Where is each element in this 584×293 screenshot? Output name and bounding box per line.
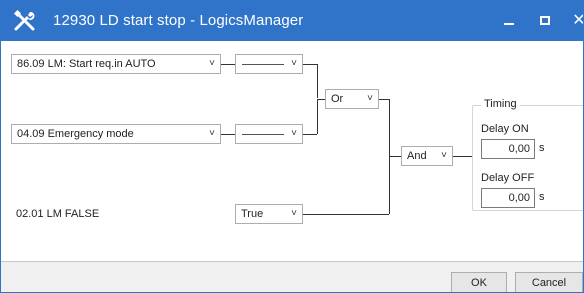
connector-line bbox=[221, 64, 235, 65]
logicsmanager-window: 12930 LD start stop - LogicsManager ✕ 86… bbox=[0, 0, 584, 293]
chevron-down-icon: ˅ bbox=[209, 58, 215, 69]
minimize-button[interactable] bbox=[497, 9, 521, 33]
delay-on-label: Delay ON bbox=[481, 123, 529, 135]
delay-on-input[interactable]: 0,00 bbox=[481, 139, 535, 159]
connector-line bbox=[453, 156, 472, 157]
gate2-value: And bbox=[407, 150, 427, 162]
connector-line bbox=[379, 99, 389, 100]
tools-icon bbox=[13, 9, 35, 31]
input1-select[interactable]: 86.09 LM: Start req.in AUTO ˅ bbox=[11, 54, 221, 74]
input1-value: 86.09 LM: Start req.in AUTO bbox=[17, 58, 156, 70]
cancel-button[interactable]: Cancel bbox=[515, 272, 583, 292]
delay-off-input[interactable]: 0,00 bbox=[481, 188, 535, 208]
gate1-select[interactable]: Or ˅ bbox=[325, 89, 379, 109]
chevron-down-icon: ˅ bbox=[291, 208, 297, 219]
ok-button[interactable]: OK bbox=[451, 272, 507, 292]
connector-line bbox=[389, 156, 401, 157]
minimize-icon bbox=[504, 23, 514, 25]
operator1-select[interactable]: ˅ bbox=[235, 54, 303, 74]
operator2-select[interactable]: ˅ bbox=[235, 124, 303, 144]
maximize-icon bbox=[540, 16, 550, 25]
gate2-select[interactable]: And ˅ bbox=[401, 146, 453, 166]
chevron-down-icon: ˅ bbox=[291, 128, 297, 139]
close-icon: ✕ bbox=[572, 12, 583, 29]
chevron-down-icon: ˅ bbox=[441, 150, 447, 161]
connector-line bbox=[303, 64, 317, 65]
input3-value: 02.01 LM FALSE bbox=[16, 208, 100, 220]
input2-value: 04.09 Emergency mode bbox=[17, 128, 134, 140]
input3-field: 02.01 LM FALSE bbox=[11, 204, 221, 224]
operator2-empty-value bbox=[242, 134, 284, 135]
delay-off-unit: s bbox=[539, 191, 545, 203]
chevron-down-icon: ˅ bbox=[209, 128, 215, 139]
operator3-value: True bbox=[241, 208, 264, 220]
connector-line bbox=[389, 156, 390, 214]
connector-line bbox=[317, 99, 318, 134]
maximize-button[interactable] bbox=[533, 9, 557, 33]
delay-off-label: Delay OFF bbox=[481, 172, 535, 184]
delay-on-value: 0,00 bbox=[508, 143, 530, 155]
window-title: 12930 LD start stop - LogicsManager bbox=[53, 12, 304, 29]
operator3-select[interactable]: True ˅ bbox=[235, 204, 303, 224]
logic-editor: 86.09 LM: Start req.in AUTO ˅ ˅ 04.09 Em… bbox=[1, 41, 583, 262]
gate1-value: Or bbox=[331, 93, 344, 105]
chevron-down-icon: ˅ bbox=[291, 58, 297, 69]
connector-line bbox=[303, 214, 389, 215]
connector-line bbox=[317, 64, 318, 98]
title-bar: 12930 LD start stop - LogicsManager ✕ bbox=[1, 1, 583, 41]
close-button[interactable]: ✕ bbox=[567, 9, 583, 33]
operator1-empty-value bbox=[242, 64, 284, 65]
chevron-down-icon: ˅ bbox=[367, 93, 373, 104]
connector-line bbox=[389, 99, 390, 156]
delay-off-value: 0,00 bbox=[508, 192, 530, 204]
timing-title: Timing bbox=[481, 98, 520, 110]
delay-on-unit: s bbox=[539, 142, 545, 154]
input2-select[interactable]: 04.09 Emergency mode ˅ bbox=[11, 124, 221, 144]
connector-line bbox=[221, 134, 235, 135]
connector-line bbox=[317, 99, 325, 100]
connector-line bbox=[303, 134, 317, 135]
